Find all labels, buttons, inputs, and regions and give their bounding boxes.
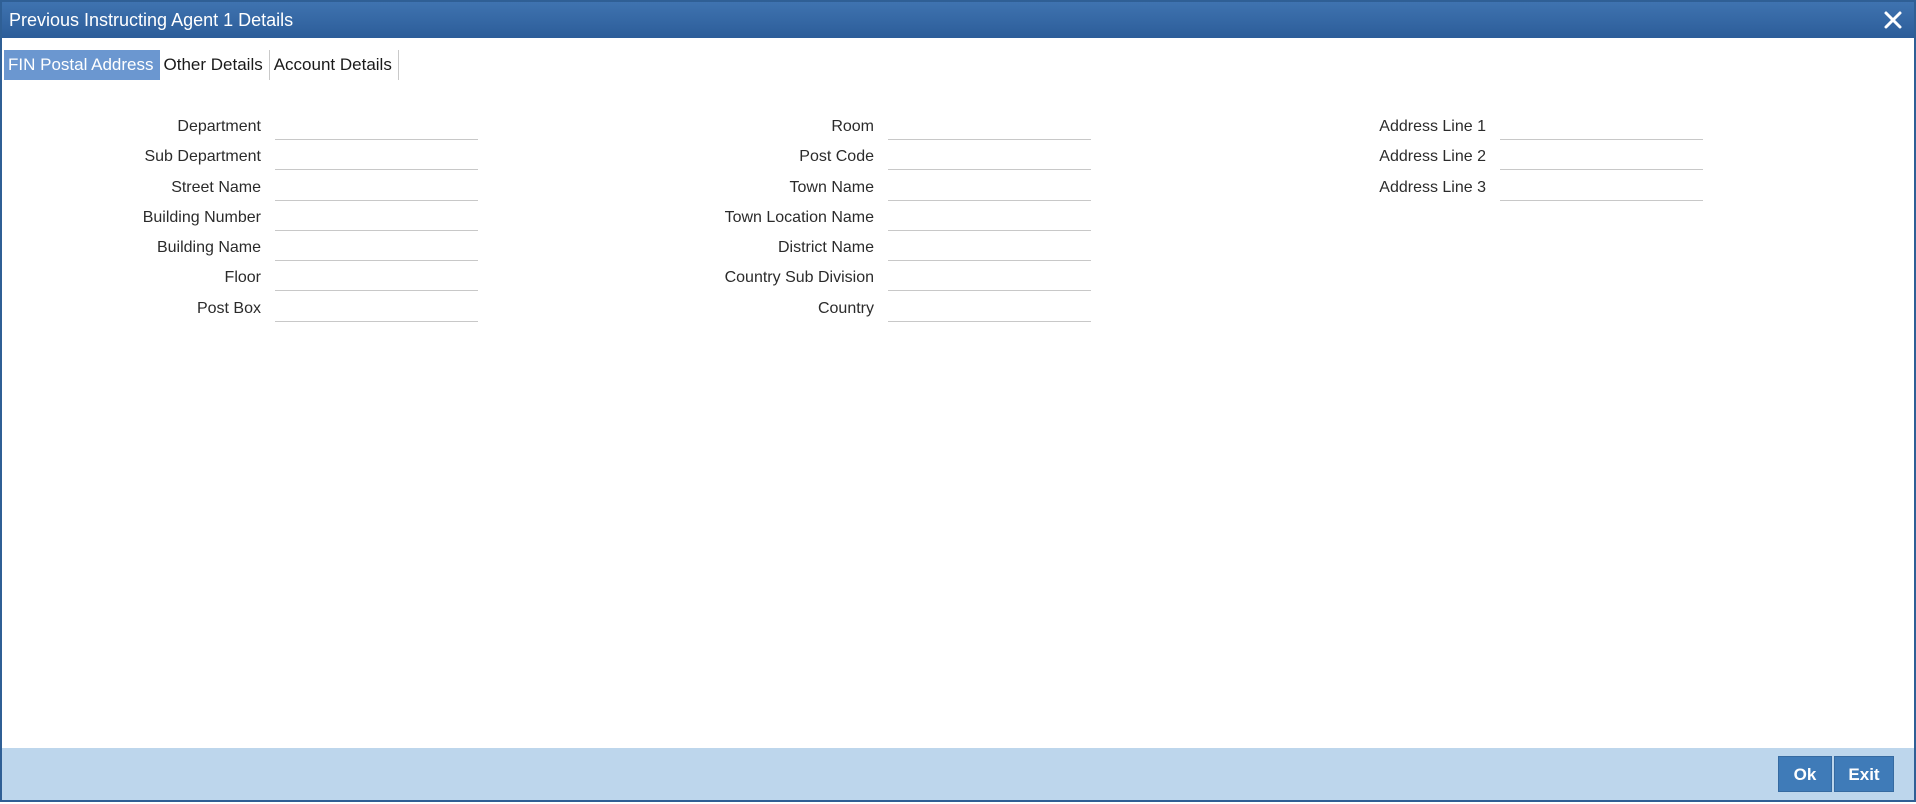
window-title: Previous Instructing Agent 1 Details <box>9 10 294 30</box>
country-input[interactable] <box>888 295 1091 322</box>
field-town-location-name: Town Location Name <box>2 204 1091 235</box>
field-address-line-1: Address Line 1 <box>2 114 1703 144</box>
tab-other-details[interactable]: Other Details <box>160 50 270 80</box>
district-name-label: District Name <box>777 239 874 257</box>
address-line-2-label: Address Line 2 <box>1379 148 1486 166</box>
title-bar: Previous Instructing Agent 1 Details <box>2 2 1914 38</box>
district-name-input[interactable] <box>888 235 1091 262</box>
field-country-sub-division: Country Sub Division <box>2 265 1091 295</box>
address-line-3-input[interactable] <box>1500 174 1703 201</box>
country-label: Country <box>817 299 874 317</box>
tab-bar: FIN Postal Address Other Details Account… <box>4 50 399 80</box>
dialog-footer: Ok Exit <box>2 748 1914 800</box>
field-country: Country <box>2 295 1091 326</box>
field-address-line-3: Address Line 3 <box>2 174 1703 205</box>
tab-account-details[interactable]: Account Details <box>270 50 399 80</box>
address-line-1-label: Address Line 1 <box>1379 118 1486 135</box>
form-column-3: Address Line 1 Address Line 2 Address Li… <box>2 114 1703 205</box>
field-address-line-2: Address Line 2 <box>2 144 1703 174</box>
country-sub-division-input[interactable] <box>888 265 1091 292</box>
country-sub-division-label: Country Sub Division <box>724 269 874 287</box>
town-location-name-input[interactable] <box>888 204 1091 231</box>
dialog-window: Previous Instructing Agent 1 Details FIN… <box>0 0 1916 802</box>
address-line-1-input[interactable] <box>1500 114 1703 140</box>
close-icon <box>1884 11 1902 29</box>
ok-button[interactable]: Ok <box>1778 756 1832 792</box>
town-location-name-label: Town Location Name <box>724 208 874 226</box>
address-line-3-label: Address Line 3 <box>1379 178 1486 196</box>
tab-fin-postal-address[interactable]: FIN Postal Address <box>4 50 160 80</box>
exit-button[interactable]: Exit <box>1834 756 1894 792</box>
field-district-name: District Name <box>2 235 1091 265</box>
close-button[interactable] <box>1880 7 1906 33</box>
address-line-2-input[interactable] <box>1500 144 1703 171</box>
